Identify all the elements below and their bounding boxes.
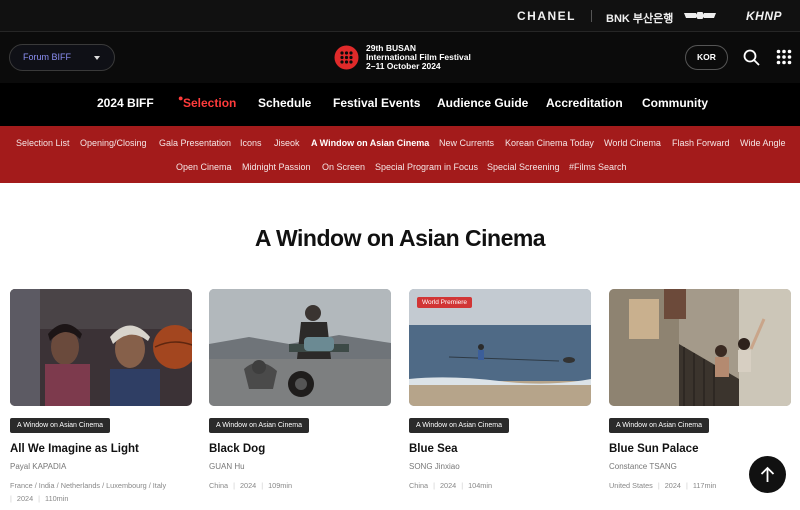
- sponsor-chanel[interactable]: CHANEL: [517, 9, 576, 23]
- section-tag: A Window on Asian Cinema: [409, 418, 509, 433]
- meta-separator: |: [433, 481, 435, 490]
- festival-logo-text[interactable]: 29th BUSAN International Film Festival 2…: [366, 44, 471, 71]
- active-dot: ●: [178, 93, 184, 103]
- film-meta: France / India / Netherlands / Luxembour…: [10, 479, 192, 505]
- subnav-wide-angle[interactable]: Wide Angle: [740, 138, 786, 148]
- world-premiere-badge: World Premiere: [417, 297, 473, 308]
- film-meta: China | 2024 | 109min: [209, 479, 391, 492]
- film-country: United States: [609, 481, 653, 490]
- film-country: France / India / Netherlands / Luxembour…: [10, 481, 167, 490]
- film-still[interactable]: [609, 289, 791, 406]
- logo-line-3: 2–11 October 2024: [366, 61, 441, 71]
- film-title[interactable]: Black Dog: [209, 443, 265, 455]
- forum-select-label: Forum BIFF: [23, 52, 72, 62]
- sponsor-khnp[interactable]: KHNP: [746, 9, 782, 23]
- sub-nav: Selection List Opening/Closing Gala Pres…: [0, 126, 800, 183]
- film-director: GUAN Hu: [209, 462, 245, 471]
- film-card[interactable]: A Window on Asian Cinema Black Dog GUAN …: [209, 289, 391, 510]
- section-tag: A Window on Asian Cinema: [609, 418, 709, 433]
- back-to-top-button[interactable]: [749, 456, 786, 493]
- search-icon[interactable]: [743, 49, 760, 66]
- section-tag: A Window on Asian Cinema: [209, 418, 309, 433]
- film-country: China: [209, 481, 229, 490]
- subnav-opening-closing[interactable]: Opening/Closing: [80, 138, 147, 148]
- film-director: Payal KAPADIA: [10, 462, 67, 471]
- page-title: A Window on Asian Cinema: [254, 225, 546, 251]
- main-nav: 2024 BIFF ● Selection Schedule Festival E…: [0, 83, 800, 126]
- sponsor-divider: [591, 10, 592, 22]
- film-year: 2024: [16, 494, 34, 503]
- film-still[interactable]: World Premiere: [409, 289, 591, 406]
- subnav-flash-forward[interactable]: Flash Forward: [672, 138, 730, 148]
- film-title[interactable]: Blue Sun Palace: [609, 443, 698, 455]
- nav-selection[interactable]: ● Selection: [178, 93, 237, 110]
- nav-accreditation[interactable]: Accreditation: [546, 96, 623, 110]
- subnav-open-cinema[interactable]: Open Cinema: [176, 162, 232, 172]
- section-tag: A Window on Asian Cinema: [10, 418, 110, 433]
- site-header: Forum BIFF 29th BUSAN International Film…: [0, 32, 800, 83]
- film-meta: China | 2024 | 104min: [409, 479, 591, 492]
- sponsor-bar: CHANEL BNK 부산은행 KHNP: [0, 0, 800, 32]
- meta-separator: |: [10, 494, 12, 503]
- film-country: China: [409, 481, 429, 490]
- film-card[interactable]: A Window on Asian Cinema All We Imagine …: [10, 289, 192, 510]
- subnav-on-screen[interactable]: On Screen: [322, 162, 365, 172]
- language-button[interactable]: KOR: [685, 45, 728, 70]
- film-year: 2024: [664, 481, 681, 490]
- nav-festival-events[interactable]: Festival Events: [333, 96, 420, 110]
- sponsor-bnk[interactable]: BNK 부산은행: [606, 10, 673, 26]
- subnav-world-cinema[interactable]: World Cinema: [604, 138, 661, 148]
- chevron-down-icon: [94, 56, 100, 60]
- subnav-new-currents[interactable]: New Currents: [439, 138, 494, 148]
- subnav-icons[interactable]: Icons: [240, 138, 262, 148]
- meta-separator: |: [461, 481, 464, 490]
- film-still[interactable]: [10, 289, 192, 406]
- subnav-films-search[interactable]: #Films Search: [569, 162, 627, 172]
- subnav-midnight-passion[interactable]: Midnight Passion: [242, 162, 311, 172]
- subnav-window-asian-cinema[interactable]: A Window on Asian Cinema: [311, 138, 429, 148]
- menu-grid-icon[interactable]: [776, 49, 792, 65]
- film-year: 2024: [239, 481, 257, 490]
- film-card[interactable]: World Premiere A Window on Asian Cinema …: [409, 289, 591, 510]
- subnav-special-program-focus[interactable]: Special Program in Focus: [375, 162, 478, 172]
- film-runtime: 104min: [468, 481, 493, 490]
- nav-schedule[interactable]: Schedule: [258, 96, 311, 110]
- film-year: 2024: [439, 481, 457, 490]
- arrow-up-icon: [760, 466, 775, 482]
- subnav-jiseok[interactable]: Jiseok: [274, 138, 300, 148]
- meta-separator: |: [685, 481, 688, 490]
- film-runtime: 109min: [268, 481, 293, 490]
- subnav-korean-cinema-today[interactable]: Korean Cinema Today: [505, 138, 594, 148]
- film-title[interactable]: All We Imagine as Light: [10, 443, 139, 455]
- nav-selection-label: Selection: [183, 96, 237, 110]
- film-still[interactable]: [209, 289, 391, 406]
- forum-select[interactable]: Forum BIFF: [9, 44, 115, 71]
- nav-2024-biff[interactable]: 2024 BIFF: [97, 96, 154, 110]
- film-runtime: 117min: [692, 481, 717, 490]
- subnav-special-screening[interactable]: Special Screening: [487, 162, 560, 172]
- nav-audience-guide[interactable]: Audience Guide: [437, 96, 528, 110]
- meta-separator: |: [261, 481, 264, 490]
- film-title[interactable]: Blue Sea: [409, 443, 458, 455]
- biff-logo-icon[interactable]: [334, 45, 359, 70]
- film-runtime: 110min: [45, 494, 69, 503]
- subnav-selection-list[interactable]: Selection List: [16, 138, 70, 148]
- meta-separator: |: [38, 494, 41, 503]
- meta-separator: |: [233, 481, 235, 490]
- genesis-logo-icon[interactable]: [684, 11, 716, 20]
- film-director: SONG Jinxiao: [409, 462, 460, 471]
- film-director: Constance TSANG: [609, 462, 677, 471]
- subnav-gala-presentation[interactable]: Gala Presentation: [159, 138, 231, 148]
- meta-separator: |: [657, 481, 660, 490]
- nav-community[interactable]: Community: [642, 96, 708, 110]
